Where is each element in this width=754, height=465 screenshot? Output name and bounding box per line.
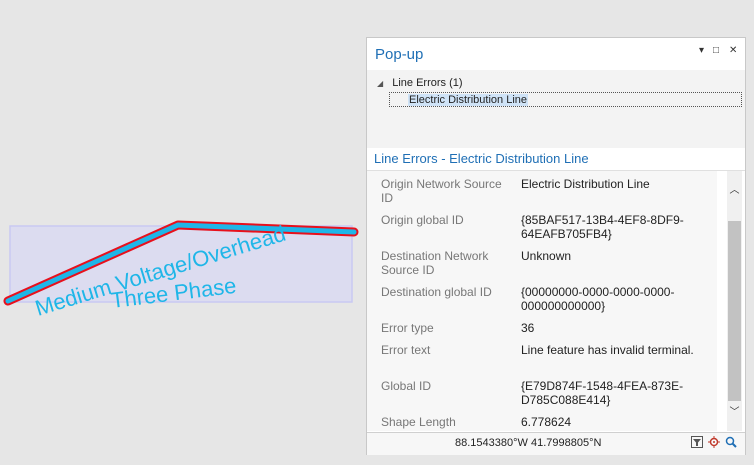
attribute-key: Error type [381, 321, 434, 335]
attribute-table: Origin Network Source ID Electric Distri… [367, 171, 717, 431]
scroll-thumb[interactable] [728, 221, 741, 401]
tree-group-label: Line Errors (1) [392, 77, 463, 89]
tree-item-electric-distribution-line[interactable]: Electric Distribution Line [389, 92, 742, 107]
popup-pane: Pop-up ▾ □ ✕ ◢ Line Errors (1) Electric … [366, 37, 746, 455]
tree-group-line-errors[interactable]: ◢ Line Errors (1) [377, 77, 463, 89]
pin-dropdown-icon[interactable]: ▾ [699, 45, 704, 57]
attribute-key: Shape Length [381, 415, 456, 429]
attribute-key: Global ID [381, 379, 432, 393]
popup-title: Pop-up [375, 46, 424, 63]
attribute-value: Unknown [521, 249, 572, 263]
attribute-value: {85BAF517-13B4-4EF8-8DF9-64EAFB705FB4} [521, 213, 684, 241]
maximize-icon[interactable]: □ [713, 45, 719, 57]
attribute-key: Origin global ID [381, 213, 464, 227]
vertical-scrollbar[interactable]: ︿ ﹀ [727, 171, 742, 431]
popup-titlebar: Pop-up ▾ □ ✕ [367, 38, 745, 70]
attribute-key: Origin Network Source ID [381, 177, 502, 205]
zoom-icon[interactable] [725, 436, 737, 452]
attribute-value: Electric Distribution Line [521, 177, 650, 191]
close-icon[interactable]: ✕ [729, 45, 737, 57]
attribute-key: Destination Network Source ID [381, 249, 489, 277]
attribute-value: 6.778624 [521, 415, 572, 429]
tree-item-label: Electric Distribution Line [408, 94, 528, 106]
attribute-value: {E79D874F-1548-4FEA-873E-D785C088E414} [521, 379, 684, 407]
section-header: Line Errors - Electric Distribution Line [367, 148, 745, 171]
filter-icon[interactable] [691, 436, 703, 452]
attribute-value: Line feature has invalid terminal. [521, 343, 694, 357]
coordinate-readout: 88.1543380°W 41.7998805°N [455, 437, 602, 449]
attribute-key: Destination global ID [381, 285, 492, 299]
locate-icon[interactable] [708, 436, 720, 452]
scroll-down-icon[interactable]: ﹀ [729, 403, 740, 418]
attribute-value: {00000000-0000-0000-0000-000000000000} [521, 285, 675, 313]
attribute-key: Error text [381, 343, 431, 357]
status-bar: 88.1543380°W 41.7998805°N [367, 432, 745, 455]
map-canvas[interactable]: Medium Voltage/Overhead Three Phase [0, 0, 366, 465]
scroll-up-icon[interactable]: ︿ [729, 181, 740, 196]
attribute-value: 36 [521, 321, 535, 335]
section-title: Line Errors - Electric Distribution Line [374, 151, 589, 166]
map-view[interactable]: Medium Voltage/Overhead Three Phase [0, 0, 366, 465]
collapse-triangle-icon[interactable]: ◢ [377, 79, 383, 88]
